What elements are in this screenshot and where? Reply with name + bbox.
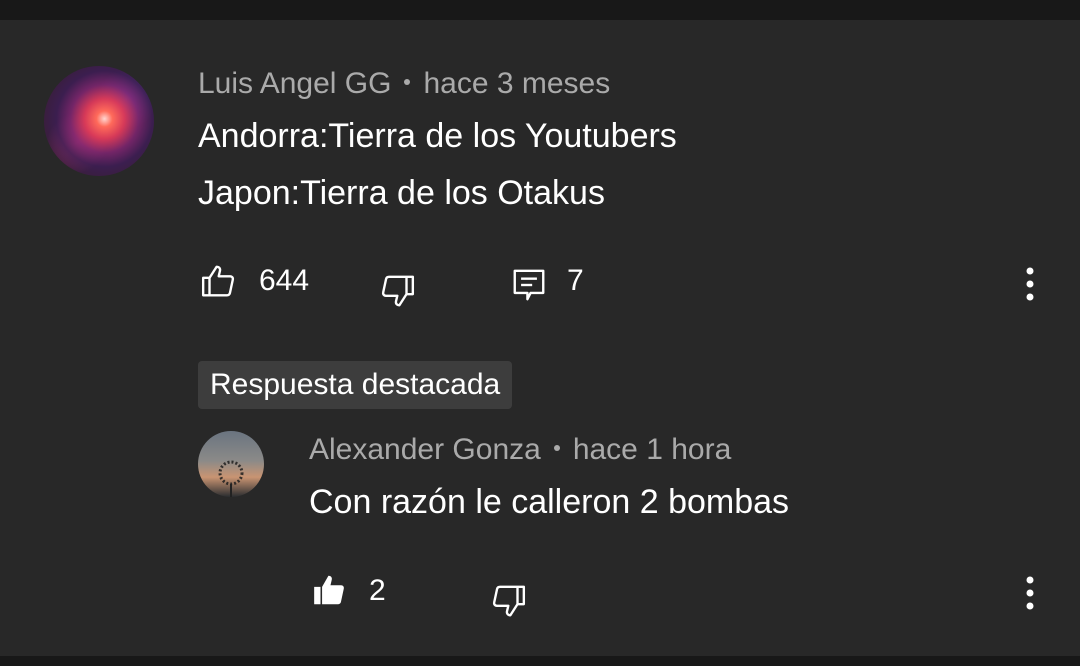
thumbs-down-icon[interactable] [489, 582, 527, 620]
top-divider [0, 0, 1080, 20]
reply-like-count: 2 [369, 574, 386, 607]
comment-reply-icon[interactable] [510, 266, 548, 304]
reply-text: Con razón le calleron 2 bombas [309, 483, 790, 521]
like-count: 644 [259, 264, 310, 297]
more-options-icon[interactable] [1016, 265, 1044, 305]
commenter-avatar[interactable] [44, 66, 154, 176]
reply-author-avatar[interactable] [198, 431, 264, 497]
thumbs-down-icon[interactable] [378, 272, 416, 310]
comment-meta: Luis Angel GG hace 3 meses [198, 67, 610, 101]
reply-count: 7 [567, 264, 584, 297]
separator-dot [553, 445, 560, 452]
more-options-icon[interactable] [1016, 574, 1044, 614]
reply-time: hace 1 hora [572, 433, 732, 466]
comment-text-line-1: Andorra:Tierra de los Youtubers [198, 117, 677, 155]
thumbs-up-icon[interactable] [200, 262, 238, 300]
comment-text-line-2: Japon:Tierra de los Otakus [198, 174, 605, 212]
dandelion-image [218, 460, 244, 497]
bottom-divider [0, 656, 1080, 666]
separator-dot [404, 79, 411, 86]
highlighted-reply-badge: Respuesta destacada [198, 361, 513, 409]
reply-meta: Alexander Gonza hace 1 hora [309, 433, 731, 467]
thumbs-up-filled-icon[interactable] [311, 571, 349, 609]
comment-time: hace 3 meses [423, 67, 611, 100]
comment-author[interactable]: Luis Angel GG [198, 67, 391, 100]
reply-author[interactable]: Alexander Gonza [309, 433, 541, 466]
